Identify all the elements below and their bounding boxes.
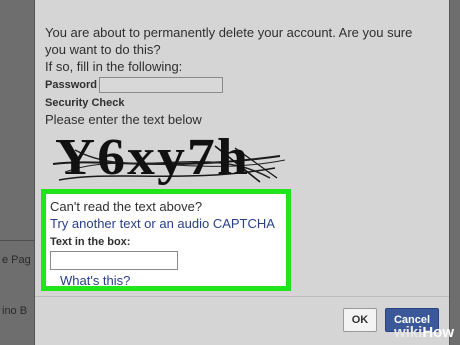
text-in-box-label: Text in the box: [50,236,131,248]
delete-account-dialog: You are about to permanently delete your… [34,0,450,345]
watermark-how: How [422,324,454,341]
captcha-highlight-box: Can't read the text above? Try another t… [41,189,291,291]
captcha-image: Y6xy7h [52,129,286,186]
password-input[interactable] [98,77,223,93]
background-text: ino B [2,305,28,317]
background-divider [0,240,34,241]
captcha-text: Y6xy7h [55,129,250,186]
watermark-wiki: wiki [393,324,423,341]
security-check-title: Security Check [45,97,125,109]
ok-button[interactable]: OK [343,308,377,332]
cant-read-text: Can't read the text above? [50,199,203,214]
fill-instruction: If so, fill in the following: [45,59,183,74]
try-another-captcha-link[interactable]: Try another text or an audio CAPTCHA [50,215,282,232]
captcha-help: Can't read the text above? Try another t… [50,197,282,289]
password-row: Password [45,75,439,95]
wikihow-watermark: wiki How [394,324,454,341]
confirm-message-line-2: you want to do this? [45,42,161,57]
background-page-left [0,0,34,345]
dialog-footer-divider [35,296,449,297]
password-label: Password [45,79,97,91]
confirm-message-line-1: You are about to permanently delete your… [45,25,413,40]
dialog-body: You are about to permanently delete your… [45,24,439,128]
whats-this-link[interactable]: What's this? [60,273,282,289]
background-text: e Pag [2,254,31,266]
captcha-answer-input[interactable] [50,251,178,270]
